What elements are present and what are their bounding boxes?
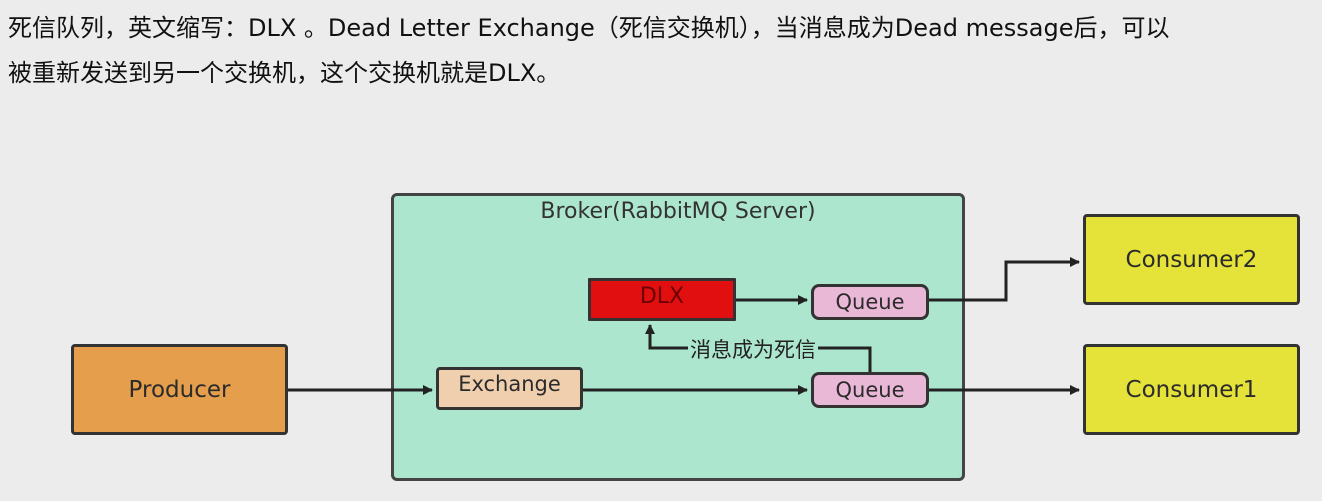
dead-letter-label: 消息成为死信 <box>688 335 818 365</box>
arrow-queue-to-consumer2 <box>929 257 1080 302</box>
connector-arrows <box>288 257 1080 395</box>
